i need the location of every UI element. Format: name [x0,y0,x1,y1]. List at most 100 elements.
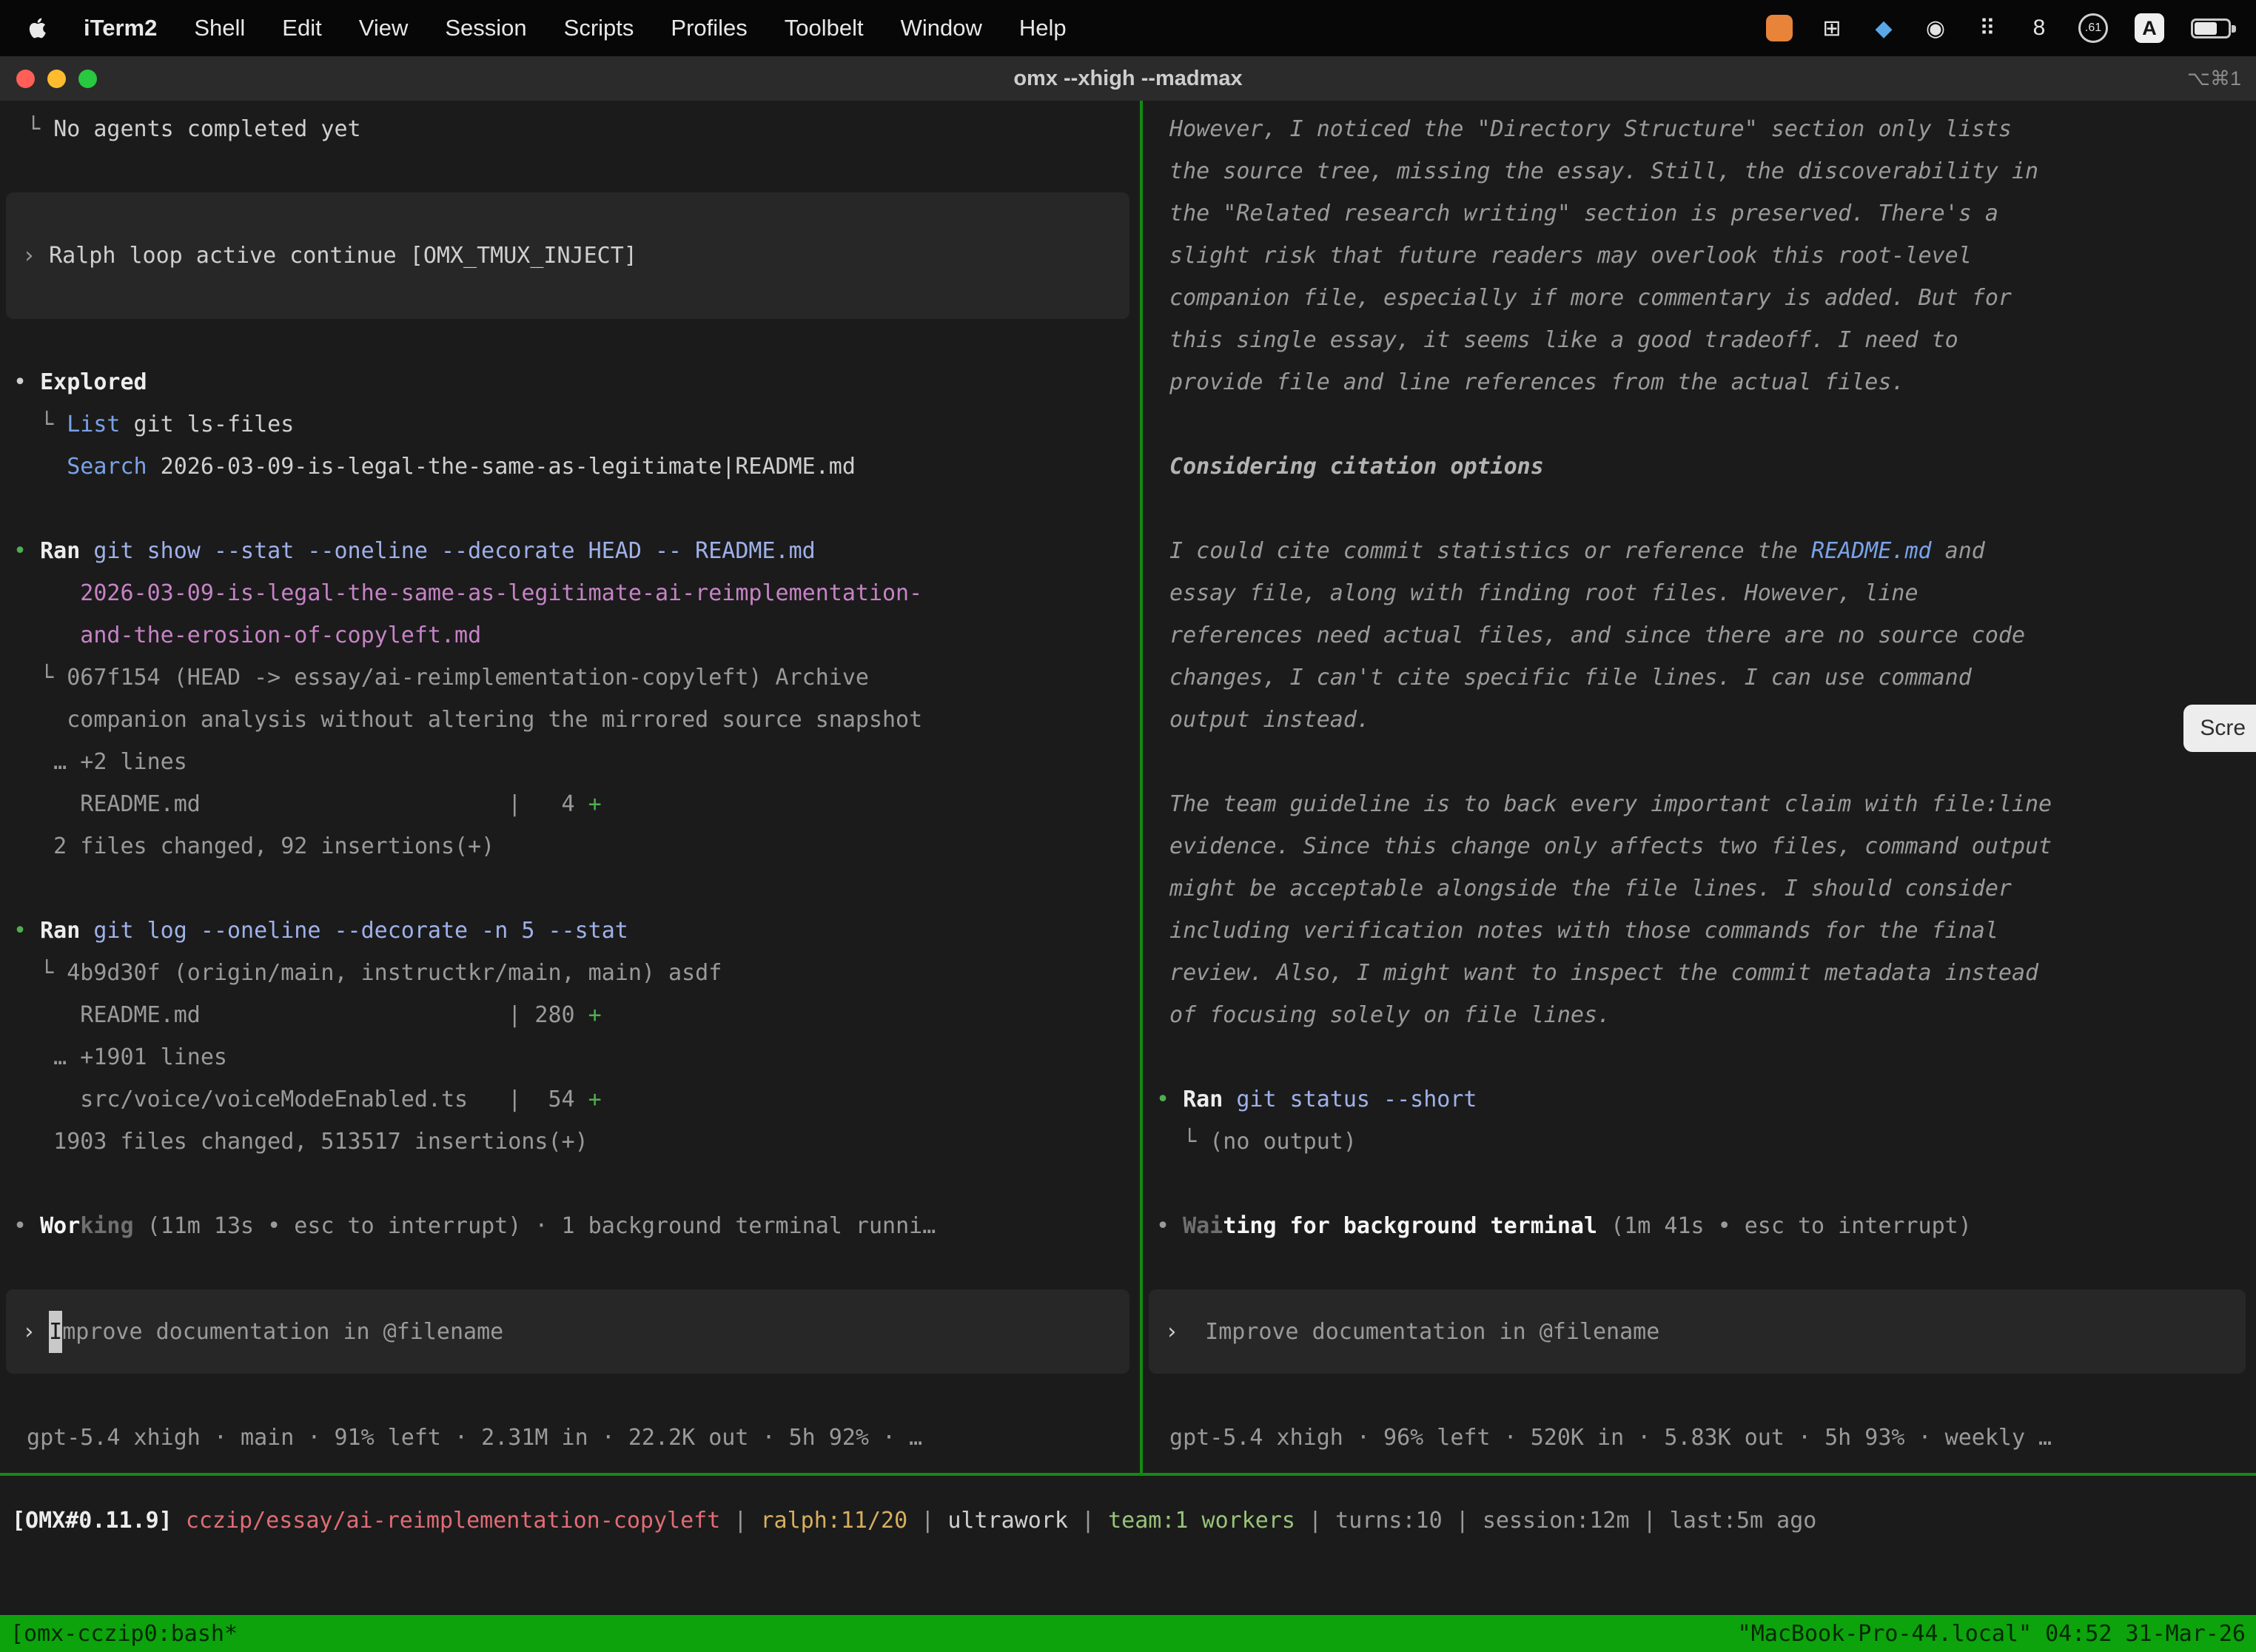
text-segment: output instead. [1156,707,1370,733]
blank-line [13,150,1140,192]
dots-grid-icon[interactable]: ⠿ [1975,16,2000,41]
blank-line [13,319,1140,361]
terminal-line: references need actual files, and since … [1156,614,2256,657]
menu-item-view[interactable]: View [340,15,427,41]
menu-item-iterm2[interactable]: iTerm2 [65,15,175,41]
menu-item-scripts[interactable]: Scripts [545,15,653,41]
blank-line [1156,1247,2256,1289]
text-segment: The team guideline is to back every impo… [1156,791,2052,817]
pane-divider-horizontal [0,1473,2256,1476]
text-segment: └ 4b9d30f (origin/main, instructkr/main,… [13,960,722,986]
terminal-line: review. Also, I might want to inspect th… [1156,952,2256,994]
text-segment: the source tree, missing the essay. Stil… [1156,158,2038,184]
text-segment: src/voice/voiceModeEnabled.ts | 54 [13,1087,588,1112]
text-segment: [OMX#0.11.9] [12,1508,186,1534]
terminal-line: companion analysis without altering the … [13,699,1140,741]
dark-app-icon[interactable]: ◉ [1923,16,1948,41]
text-segment: | [720,1508,760,1534]
minimize-button[interactable] [47,70,66,88]
terminal-line: • Waiting for background terminal (1m 41… [1156,1205,2256,1247]
text-segment: cczip/essay/ai-reimplementation-copyleft [186,1508,720,1534]
inject-banner: › Ralph loop active continue [OMX_TMUX_I… [6,192,1129,319]
terminal-line: slight risk that future readers may over… [1156,235,2256,277]
text-segment: Explored [40,369,147,395]
text-segment: ting for background terminal [1223,1213,1597,1239]
zoom-button[interactable] [78,70,97,88]
close-button[interactable] [16,70,35,88]
tmux-host-clock: "MacBook-Pro-44.local" 04:52 31-Mar-26 [1738,1621,2246,1647]
menu-item-help[interactable]: Help [1001,15,1085,41]
text-segment: | [1068,1508,1108,1534]
terminal-line: I could cite commit statistics or refere… [1156,530,2256,572]
macos-screen: iTerm2ShellEditViewSessionScriptsProfile… [0,0,2256,1652]
terminal-line: … +2 lines [13,741,1140,783]
terminal-window: └ No agents completed yet › Ralph loop ac… [0,101,2256,1473]
battery-gauge-icon[interactable]: .61 [2078,13,2108,43]
traffic-lights [0,70,97,88]
text-segment: king [80,1213,133,1239]
terminal-line: └ 067f154 (HEAD -> essay/ai-reimplementa… [13,657,1140,699]
terminal-line: src/voice/voiceModeEnabled.ts | 54 + [13,1078,1140,1121]
terminal-line: The team guideline is to back every impo… [1156,783,2256,825]
menu-item-shell[interactable]: Shell [175,15,263,41]
text-segment: README.md | 280 [13,1002,588,1028]
menu-item-window[interactable]: Window [882,15,1001,41]
text-segment: └ [13,116,53,142]
text-segment: 2026-03-09-is-legal-the-same-as-legitima… [13,580,922,606]
terminal-line: └ List git ls-files [13,403,1140,446]
terminal-line: and-the-erosion-of-copyleft.md [13,614,1140,657]
text-segment: references need actual files, and since … [1156,622,2025,648]
menu-item-toolbelt[interactable]: Toolbelt [766,15,882,41]
terminal-line: └ No agents completed yet [13,108,1140,150]
tmux-session-window[interactable]: [omx-cczip0:bash* [10,1621,238,1647]
text-segment: … +2 lines [13,749,187,775]
terminal-line: 2026-03-09-is-legal-the-same-as-legitima… [13,572,1140,614]
blank-line [13,1247,1140,1289]
text-segment: • [13,369,40,395]
number-8-app-icon[interactable]: 8 [2027,16,2052,41]
tmux-pane-left[interactable]: └ No agents completed yet › Ralph loop ac… [0,101,1140,1473]
screen-recording-indicator[interactable] [1766,15,1793,41]
screen-share-tab[interactable]: Scre [2183,705,2256,752]
terminal-line: README.md | 4 + [13,783,1140,825]
menu-item-profiles[interactable]: Profiles [652,15,765,41]
menu-item-edit[interactable]: Edit [263,15,340,41]
menu-item-session[interactable]: Session [426,15,545,41]
terminal-line: companion file, especially if more comme… [1156,277,2256,319]
blue-app-icon[interactable]: ◆ [1871,16,1896,41]
text-segment: gpt-5.4 xhigh · 96% left · 520K in · 5.8… [1156,1425,2052,1451]
blank-line [1156,403,2256,446]
text-segment: changes, I can't cite specific file line… [1156,665,1972,691]
text-segment: Wai [1183,1213,1223,1239]
terminal-line: › Ralph loop active continue [OMX_TMUX_I… [22,235,637,277]
text-segment: companion file, especially if more comme… [1156,285,2012,311]
terminal-line: provide file and line references from th… [1156,361,2256,403]
window-titlebar[interactable]: omx --xhigh --madmax ⌥⌘1 [0,56,2256,101]
text-cursor: I [49,1311,62,1353]
prompt-input[interactable]: › Improve documentation in @filename [6,1289,1129,1374]
terminal-line: … +1901 lines [13,1036,1140,1078]
terminal-line: • Ran git show --stat --oneline --decora… [13,530,1140,572]
text-segment: Search [13,454,147,480]
tmux-pane-right[interactable]: However, I noticed the "Directory Struct… [1143,101,2256,1473]
input-source-icon[interactable]: A [2135,13,2164,43]
grid-app-icon[interactable]: ⊞ [1819,16,1844,41]
terminal-line: └ (no output) [1156,1121,2256,1163]
battery-icon[interactable] [2191,19,2231,38]
blank-line [1156,488,2256,530]
text-segment: git log --oneline --decorate -n 5 --stat [93,918,628,944]
text-segment: Wor [40,1213,80,1239]
terminal-line: might be acceptable alongside the file l… [1156,867,2256,910]
terminal-line: • Ran git log --oneline --decorate -n 5 … [13,910,1140,952]
text-segment: No agents completed yet [53,116,360,142]
text-segment: Ran [1183,1087,1236,1112]
text-segment: team:1 workers [1108,1508,1295,1534]
input-text: Improve documentation in @filename [1192,1311,1659,1353]
text-segment: › [22,243,49,269]
text-segment: gpt-5.4 xhigh · main · 91% left · 2.31M … [13,1425,922,1451]
apple-menu[interactable] [19,16,65,41]
text-segment: └ 067f154 (HEAD -> essay/ai-reimplementa… [13,665,869,691]
terminal-line: changes, I can't cite specific file line… [1156,657,2256,699]
prompt-input[interactable]: › Improve documentation in @filename [1149,1289,2246,1374]
terminal-line: 2 files changed, 92 insertions(+) [13,825,1140,867]
